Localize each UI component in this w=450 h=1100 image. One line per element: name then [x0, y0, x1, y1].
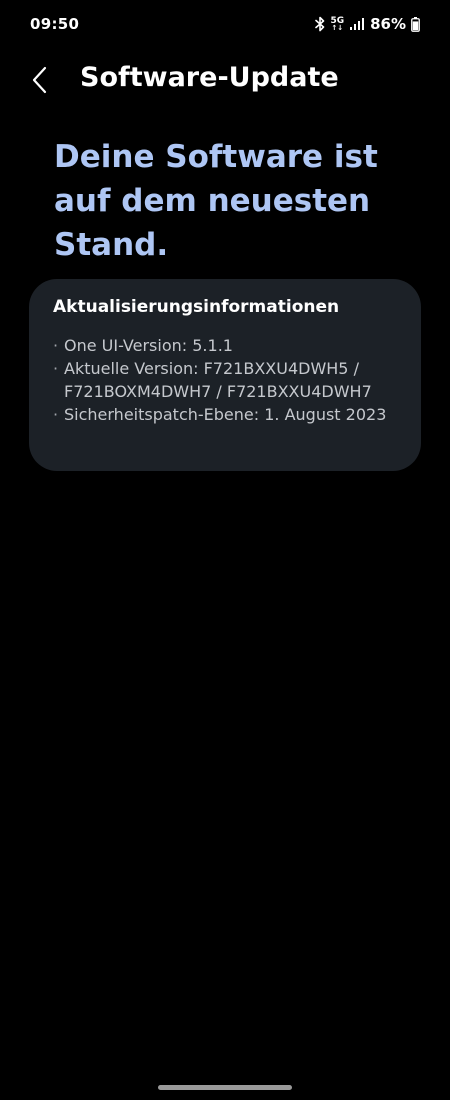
battery-percent: 86% [370, 15, 406, 33]
status-time: 09:50 [30, 15, 80, 33]
page-title: Software-Update [80, 62, 339, 93]
update-status-headline: Deine Software ist auf dem neuesten Stan… [54, 139, 378, 263]
info-item-security-patch: · Sicherheitspatch-Ebene: 1. August 2023 [53, 403, 403, 426]
status-bar: 09:50 5G ↑↓ 86% [0, 0, 450, 48]
info-item-text: Sicherheitspatch-Ebene: 1. August 2023 [64, 405, 387, 424]
bullet-icon: · [53, 405, 59, 424]
navigation-handle[interactable] [158, 1085, 292, 1090]
status-icons: 5G ↑↓ 86% [315, 13, 420, 35]
info-item-current-version: · Aktuelle Version: F721BXXU4DWH5 / F721… [53, 357, 403, 403]
info-item-one-ui-version: · One UI-Version: 5.1.1 [53, 334, 403, 357]
data-arrows-icon: ↑↓ [331, 23, 344, 32]
network-5g-icon: 5G ↑↓ [330, 16, 344, 32]
app-bar: Software-Update [0, 55, 450, 105]
battery-icon [411, 16, 420, 32]
info-item-text: Aktuelle Version: F721BXXU4DWH5 / F721BO… [64, 359, 372, 401]
bluetooth-icon [315, 16, 325, 32]
info-list: · One UI-Version: 5.1.1 · Aktuelle Versi… [53, 334, 403, 426]
chevron-left-icon [32, 66, 47, 94]
signal-icon [349, 17, 365, 31]
card-title: Aktualisierungsinformationen [53, 297, 340, 317]
bullet-icon: · [53, 359, 59, 378]
bullet-icon: · [53, 336, 59, 355]
update-info-card: Aktualisierungsinformationen · One UI-Ve… [29, 279, 421, 471]
back-button[interactable] [22, 60, 58, 100]
info-item-text: One UI-Version: 5.1.1 [64, 336, 233, 355]
